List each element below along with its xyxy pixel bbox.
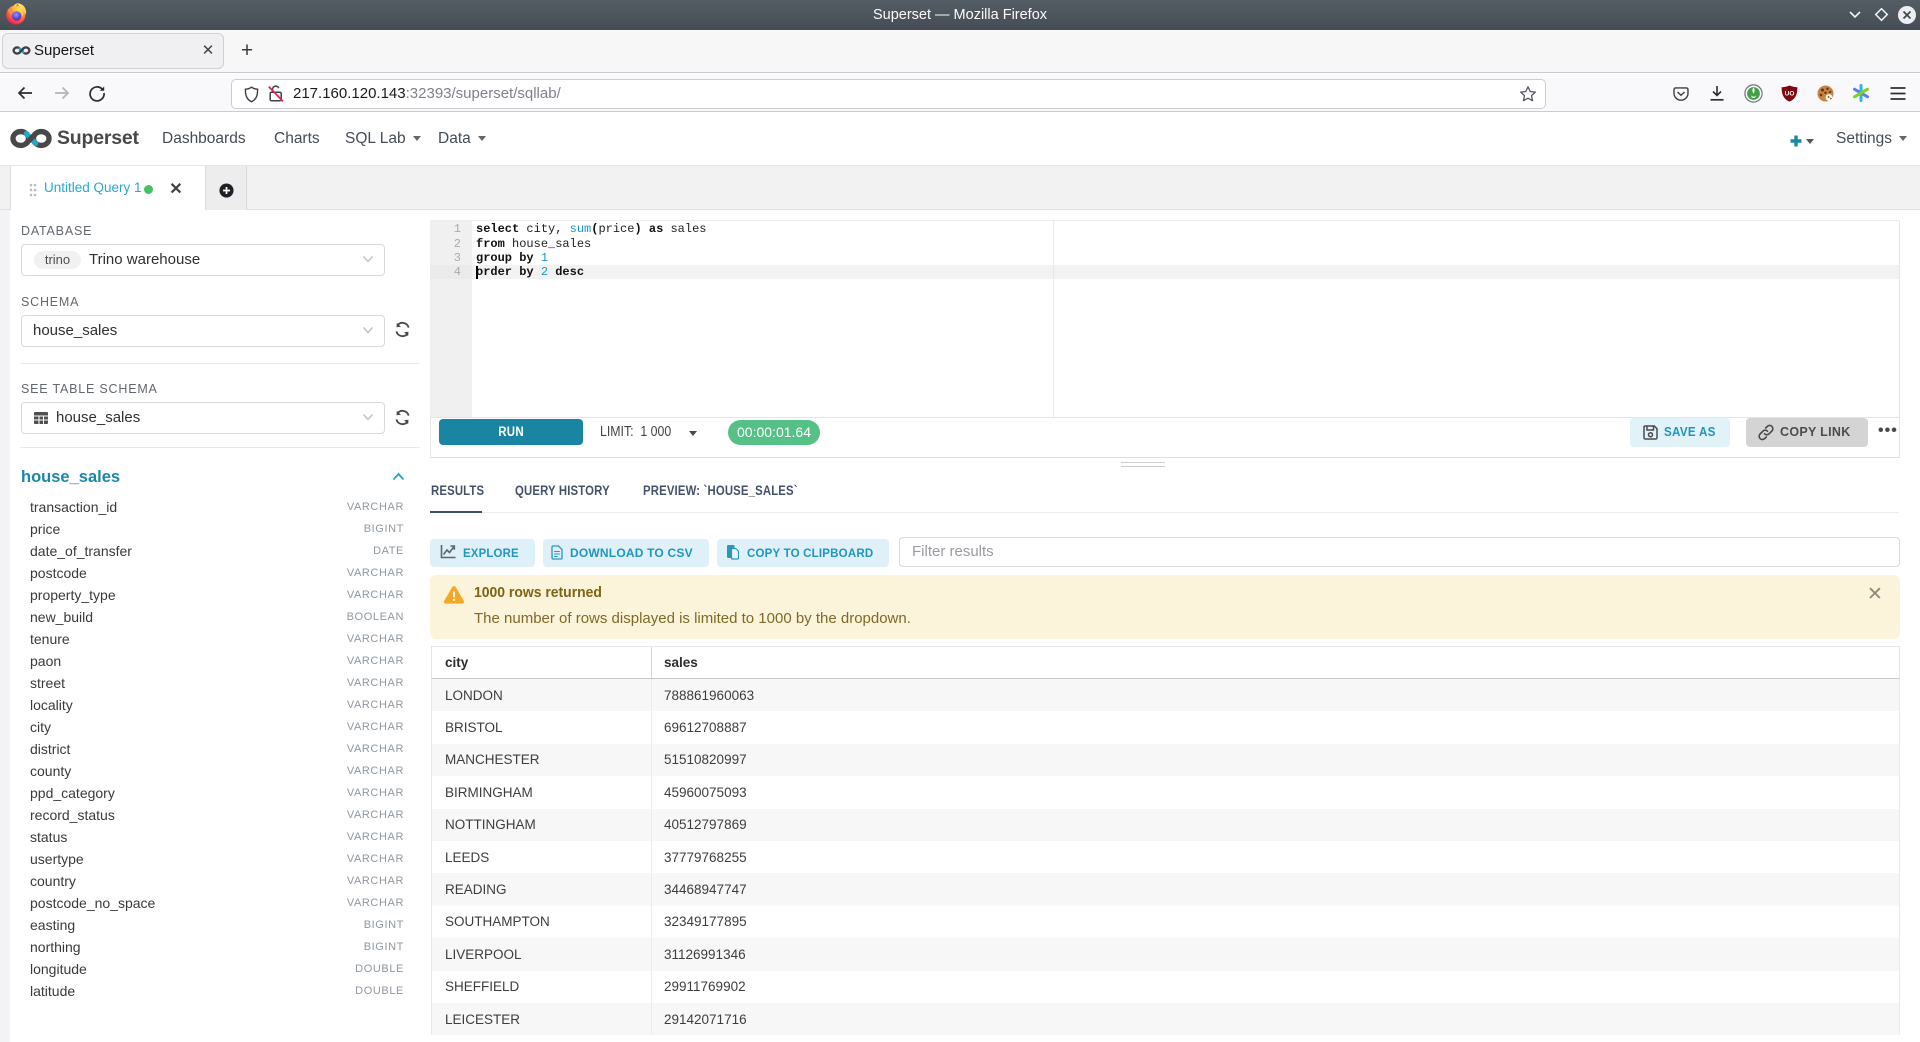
- svg-text:UO: UO: [1785, 91, 1795, 98]
